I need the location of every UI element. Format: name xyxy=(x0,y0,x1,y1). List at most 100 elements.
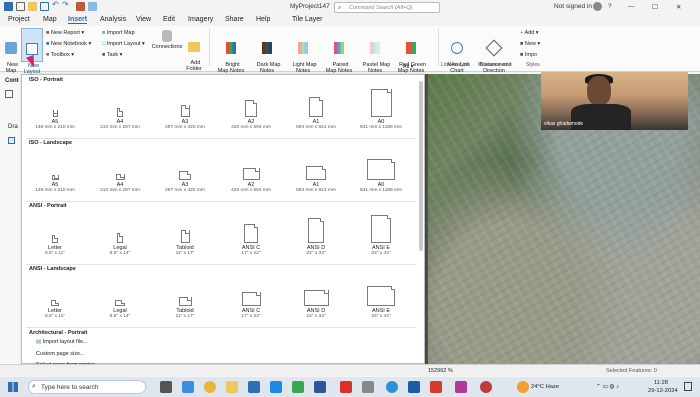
page-thumbnail-icon xyxy=(245,100,257,117)
taskbar-search-input[interactable]: ⌕ Type here to search xyxy=(28,380,146,394)
page-size-option[interactable]: ANSI C 17" x 22" xyxy=(226,276,276,319)
map-scale[interactable]: 152962 % xyxy=(428,368,453,374)
page-size-option[interactable]: Tabloid 11" x 17" xyxy=(160,276,210,319)
page-size-option[interactable]: ANSI D 22" x 34" xyxy=(291,276,341,319)
new-notebook-button[interactable]: ■ New Notebook ▾ xyxy=(46,41,91,47)
tab-map[interactable]: Map xyxy=(43,16,57,23)
chrome-icon[interactable] xyxy=(204,381,216,393)
maximize-button[interactable]: ☐ xyxy=(652,3,658,11)
import-map-button[interactable]: ■ Import Map xyxy=(102,30,135,36)
map-notes-filter[interactable]: All ▾ xyxy=(403,64,413,70)
page-size-option[interactable]: A4 210 mm x 297 mm xyxy=(95,150,145,193)
page-size-option[interactable]: Letter 8.5" x 11" xyxy=(30,276,80,319)
redo-icon[interactable]: ↷ xyxy=(62,0,71,9)
toolbox-icon[interactable] xyxy=(76,2,85,11)
app-icon[interactable] xyxy=(408,381,420,393)
page-size-option[interactable]: ANSI E 34" x 44" xyxy=(356,276,406,319)
sign-in-status[interactable]: Not signed in xyxy=(554,3,592,10)
tab-insert[interactable]: Insert xyxy=(68,16,88,24)
page-size-option[interactable]: Letter 8.5" x 11" xyxy=(30,213,80,256)
app-icon[interactable] xyxy=(430,381,442,393)
notifications-icon[interactable] xyxy=(684,382,692,391)
app-icon[interactable] xyxy=(362,381,374,393)
page-size-option[interactable]: Legal 8.5" x 14" xyxy=(95,213,145,256)
gallery-scrollbar[interactable] xyxy=(419,81,423,251)
paired-map-notes-button[interactable]: Paired Map Notes xyxy=(321,30,357,74)
page-size-option[interactable]: A0 841 mm x 1189 mm xyxy=(356,150,406,193)
new-project-icon[interactable] xyxy=(16,2,25,11)
tab-imagery[interactable]: Imagery xyxy=(188,16,213,23)
import-style-button[interactable]: ■ Impo xyxy=(520,52,537,58)
tab-edit[interactable]: Edit xyxy=(163,16,175,23)
page-size-option[interactable]: A5 148 mm x 210 mm xyxy=(30,87,80,130)
command-search-input[interactable]: ⌕ Command Search (Alt+Q) xyxy=(334,2,440,13)
tab-project[interactable]: Project xyxy=(8,16,30,23)
custom-page-size-item[interactable]: Custom page size... xyxy=(36,351,85,357)
tab-help[interactable]: Help xyxy=(256,16,270,23)
avatar[interactable] xyxy=(593,2,602,11)
page-thumbnail-icon xyxy=(244,224,258,243)
weather-text[interactable]: 24°C Haze xyxy=(531,384,559,390)
light-map-notes-button[interactable]: Light Map Notes xyxy=(285,30,321,74)
system-tray-icons[interactable]: ⌃ ▭ ◍ ♪ xyxy=(596,384,619,390)
taskbar-search-placeholder: Type here to search xyxy=(41,384,99,391)
task-view-icon[interactable] xyxy=(160,381,172,393)
tab-analysis[interactable]: Analysis xyxy=(100,16,126,23)
windows-start-icon[interactable] xyxy=(8,382,18,392)
page-size-option[interactable]: A2 420 mm x 594 mm xyxy=(226,150,276,193)
import-layout-file-item[interactable]: ▤ Import layout file... xyxy=(36,339,88,345)
page-size-option[interactable]: ANSI D 22" x 34" xyxy=(291,213,341,256)
page-size-option[interactable]: A0 841 mm x 1189 mm xyxy=(356,87,406,130)
store-icon[interactable] xyxy=(248,381,260,393)
page-size-option[interactable]: A2 420 mm x 594 mm xyxy=(226,87,276,130)
page-size-option[interactable]: A3 297 mm x 420 mm xyxy=(160,150,210,193)
edge-icon[interactable] xyxy=(182,381,194,393)
acrobat-icon[interactable] xyxy=(340,381,352,393)
minimize-button[interactable]: — xyxy=(628,3,635,10)
add-style-button[interactable]: + Add ▾ xyxy=(520,30,539,36)
tab-tile-layer[interactable]: Tile Layer xyxy=(292,16,322,23)
layer-checkbox[interactable] xyxy=(8,137,15,144)
page-thumbnail-area xyxy=(160,150,210,180)
pastel-map-notes-button[interactable]: Pastel Map Notes xyxy=(357,30,393,74)
arcgis-pro-icon[interactable] xyxy=(386,381,398,393)
page-size-option[interactable]: A1 594 mm x 841 mm xyxy=(291,87,341,130)
new-map-button[interactable]: New Map xyxy=(2,30,20,74)
clock-date[interactable]: 29-12-2024 xyxy=(648,388,678,394)
help-button[interactable]: ? xyxy=(608,3,612,10)
app-icon[interactable] xyxy=(455,381,467,393)
page-size-option[interactable]: ANSI C 17" x 22" xyxy=(226,213,276,256)
page-size-option[interactable]: Tabloid 11" x 17" xyxy=(160,213,210,256)
add-folder-button[interactable]: Add Folder xyxy=(183,30,205,72)
new-style-button[interactable]: ■ New ▾ xyxy=(520,41,540,47)
page-size-option[interactable]: A5 148 mm x 210 mm xyxy=(30,150,80,193)
task-button[interactable]: ■ Task ▾ xyxy=(102,52,122,58)
page-size-option[interactable]: A1 594 mm x 841 mm xyxy=(291,150,341,193)
toolbox-button[interactable]: ■ Toolbox ▾ xyxy=(46,52,74,58)
save-icon[interactable] xyxy=(40,2,49,11)
tab-view[interactable]: View xyxy=(136,16,151,23)
filter-icon[interactable] xyxy=(5,90,13,98)
undo-icon[interactable]: ↶ xyxy=(52,0,61,9)
import-layout-icon: □ xyxy=(102,41,106,47)
file-explorer-icon[interactable] xyxy=(226,381,238,393)
dark-map-notes-button[interactable]: Dark Map Notes xyxy=(249,30,285,74)
open-folder-icon[interactable] xyxy=(28,2,37,11)
import-layout-button[interactable]: □ Import Layout ▾ xyxy=(102,41,145,47)
clock-time[interactable]: 11:28 xyxy=(654,380,668,386)
pointer-icon[interactable] xyxy=(88,2,97,11)
new-report-button[interactable]: ■ New Report ▾ xyxy=(46,30,84,36)
page-size-option[interactable]: A4 210 mm x 297 mm xyxy=(95,87,145,130)
connections-button[interactable]: Connections xyxy=(151,30,183,50)
app-icon[interactable] xyxy=(480,381,492,393)
page-thumbnail-icon xyxy=(242,168,260,180)
excel-icon[interactable] xyxy=(292,381,304,393)
word-icon[interactable] xyxy=(314,381,326,393)
page-size-option[interactable]: ANSI E 34" x 44" xyxy=(356,213,406,256)
page-size-option[interactable]: Legal 8.5" x 14" xyxy=(95,276,145,319)
tab-share[interactable]: Share xyxy=(225,16,244,23)
close-button[interactable]: ✕ xyxy=(676,3,681,11)
page-size-option[interactable]: A3 297 mm x 420 mm xyxy=(160,87,210,130)
bright-map-notes-button[interactable]: Bright Map Notes xyxy=(213,30,249,74)
mail-icon[interactable] xyxy=(270,381,282,393)
